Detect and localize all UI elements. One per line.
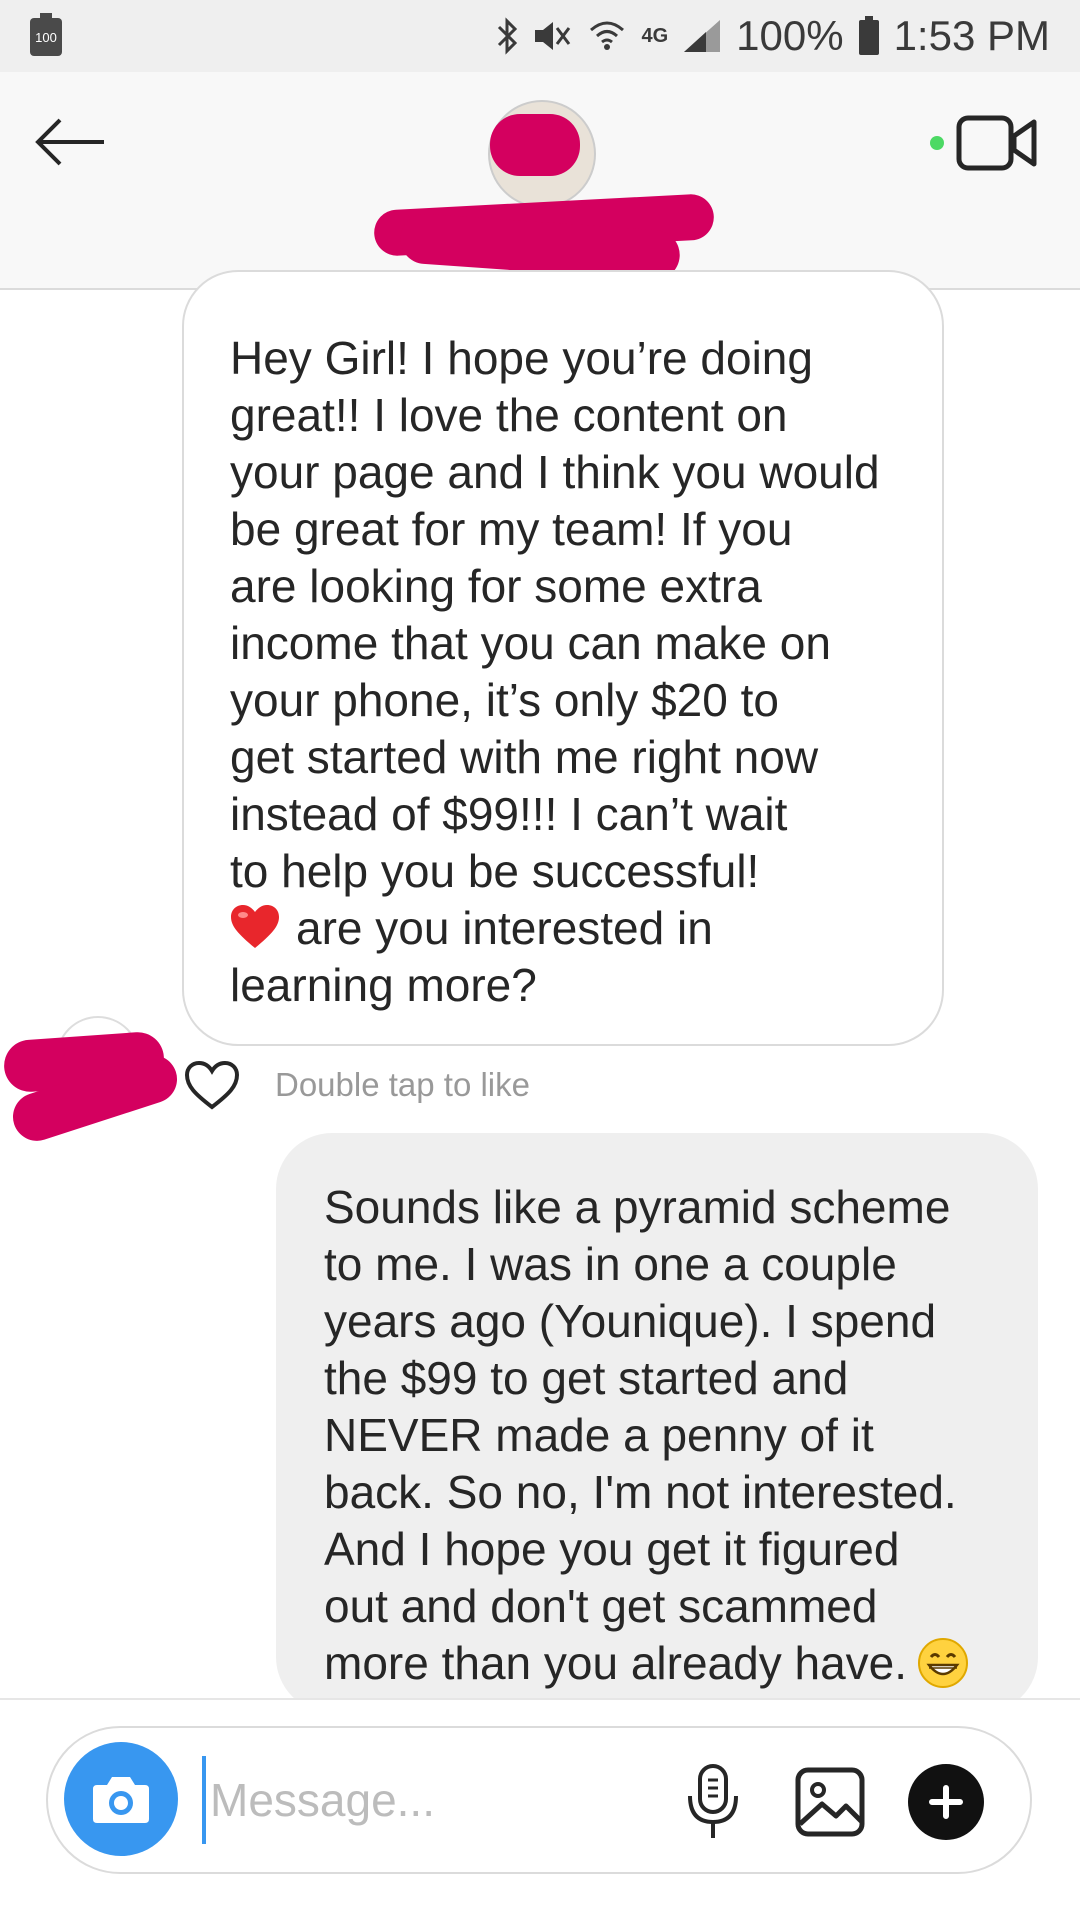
message-composer <box>46 1726 1032 1874</box>
message-line: learning more? <box>230 959 537 1011</box>
message-line-text: more than you already have. <box>324 1637 908 1689</box>
voice-message-button[interactable] <box>678 1762 748 1842</box>
redaction-mark <box>490 114 580 176</box>
battery-saver-badge: 100 <box>30 13 62 56</box>
message-line: out and don't get scammed <box>324 1580 878 1632</box>
message-line: Hey Girl! I hope you’re doing <box>230 332 813 384</box>
gallery-button[interactable] <box>792 1764 868 1840</box>
video-call-button[interactable] <box>930 110 1040 180</box>
message-line-with-emoji: more than you already have. <box>324 1635 1008 1692</box>
message-line: instead of $99!!! I can’t wait <box>230 788 788 840</box>
message-line: are looking for some extra <box>230 560 762 612</box>
message-line: your phone, it’s only $20 to <box>230 674 779 726</box>
double-tap-hint: Double tap to like <box>275 1066 530 1103</box>
more-options-button[interactable] <box>908 1764 984 1840</box>
message-line: the $99 to get started and <box>324 1352 849 1404</box>
message-line: years ago (Younique). I spend <box>324 1295 937 1347</box>
battery-icon <box>858 16 880 56</box>
status-bar: 100 4G 100% 1:53 PM <box>0 0 1080 72</box>
red-heart-emoji <box>231 905 279 948</box>
battery-badge-text: 100 <box>35 29 57 45</box>
like-row[interactable]: Double tap to like <box>183 1055 530 1115</box>
camera-button[interactable] <box>64 1742 178 1856</box>
online-indicator <box>930 136 944 150</box>
message-line: get started with me right now <box>230 731 819 783</box>
heart-outline-icon[interactable] <box>183 1059 241 1111</box>
message-line: to help you be successful! <box>230 845 760 897</box>
video-call-icon <box>956 115 1037 171</box>
clock: 1:53 PM <box>893 12 1050 59</box>
battery-percent: 100% <box>736 12 844 59</box>
grinning-face-emoji <box>918 1638 969 1688</box>
microphone-icon <box>688 1764 738 1838</box>
wifi-icon <box>587 16 627 56</box>
network-type: 4G <box>641 24 669 47</box>
message-line: income that you can make on <box>230 617 831 669</box>
mute-icon <box>533 18 573 54</box>
message-line: be great for my team! If you <box>230 503 793 555</box>
message-line: back. So no, I'm not interested. <box>324 1466 957 1518</box>
message-line: to me. I was in one a couple <box>324 1238 897 1290</box>
gallery-icon <box>795 1767 865 1837</box>
signal-icon <box>682 18 722 54</box>
bluetooth-icon <box>497 17 519 55</box>
message-line-with-emoji: are you interested in <box>230 900 902 957</box>
message-line: And I hope you get it figured <box>324 1523 900 1575</box>
incoming-message-bubble[interactable]: Hey Girl! I hope you’re doing great!! I … <box>182 270 944 1046</box>
message-line: your page and I think you would <box>230 446 880 498</box>
message-line: Sounds like a pyramid scheme <box>324 1181 951 1233</box>
camera-icon <box>93 1777 149 1823</box>
back-arrow-icon <box>35 118 104 166</box>
chat-header <box>0 72 1080 290</box>
message-line: NEVER made a penny of it <box>324 1409 874 1461</box>
status-icons: 4G 100% 1:53 PM <box>497 0 1050 72</box>
plus-icon <box>929 1785 963 1819</box>
message-input[interactable] <box>202 1756 672 1844</box>
outgoing-message-bubble[interactable]: Sounds like a pyramid scheme to me. I wa… <box>276 1133 1038 1713</box>
message-line: great!! I love the content on <box>230 389 788 441</box>
message-line-text: are you interested in <box>296 902 713 954</box>
back-button[interactable] <box>30 112 110 172</box>
